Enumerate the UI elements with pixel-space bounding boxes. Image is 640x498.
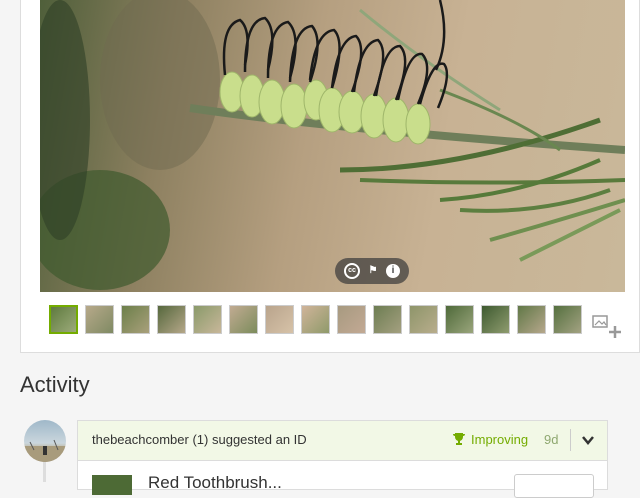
photo-thumbnail[interactable] [193,305,222,334]
chevron-down-icon[interactable] [581,433,595,447]
agree-button[interactable] [514,474,594,498]
photo-thumbnail[interactable] [49,305,78,334]
photo-thumbnail[interactable] [229,305,258,334]
header-divider [570,429,571,451]
add-photo-icon[interactable] [591,312,621,340]
info-icon[interactable]: i [386,264,400,278]
flag-icon[interactable]: ⚑ [365,263,381,279]
taxon-photo[interactable] [92,475,132,495]
activity-time: 9d [544,432,559,447]
photo-thumbnail[interactable] [517,305,546,334]
photo-thumbnail[interactable] [409,305,438,334]
photo-badges: cc ⚑ i [335,258,409,284]
activity-item-header: thebeachcomber (1) suggested an ID Impro… [78,421,607,461]
photo-thumbnail[interactable] [85,305,114,334]
username-link[interactable]: thebeachcomber [92,432,189,447]
photo-artwork [40,0,625,290]
activity-action-text: suggested an ID [211,432,307,447]
activity-item-body: Red Toothbrush... [78,461,607,498]
photo-thumbnail[interactable] [265,305,294,334]
trophy-icon [453,433,465,445]
photo-thumbnail[interactable] [121,305,150,334]
photo-thumbnail[interactable] [445,305,474,334]
avatar[interactable] [24,420,66,462]
activity-title: Activity [20,372,90,397]
improving-status: Improving [471,432,529,447]
user-id-count: (1) [192,432,209,447]
photo-thumbnail[interactable] [337,305,366,334]
creative-commons-icon[interactable]: cc [344,263,360,279]
photo-thumbnail[interactable] [301,305,330,334]
taxon-name[interactable]: Red Toothbrush... [148,473,282,493]
photo-thumbnail[interactable] [373,305,402,334]
photo-thumbnail[interactable] [553,305,582,334]
timeline-line [43,462,46,482]
photo-thumbnail[interactable] [157,305,186,334]
observation-photo[interactable]: cc ⚑ i [40,0,625,292]
activity-user-line: thebeachcomber (1) suggested an ID [92,432,307,447]
photo-thumbnail[interactable] [481,305,510,334]
